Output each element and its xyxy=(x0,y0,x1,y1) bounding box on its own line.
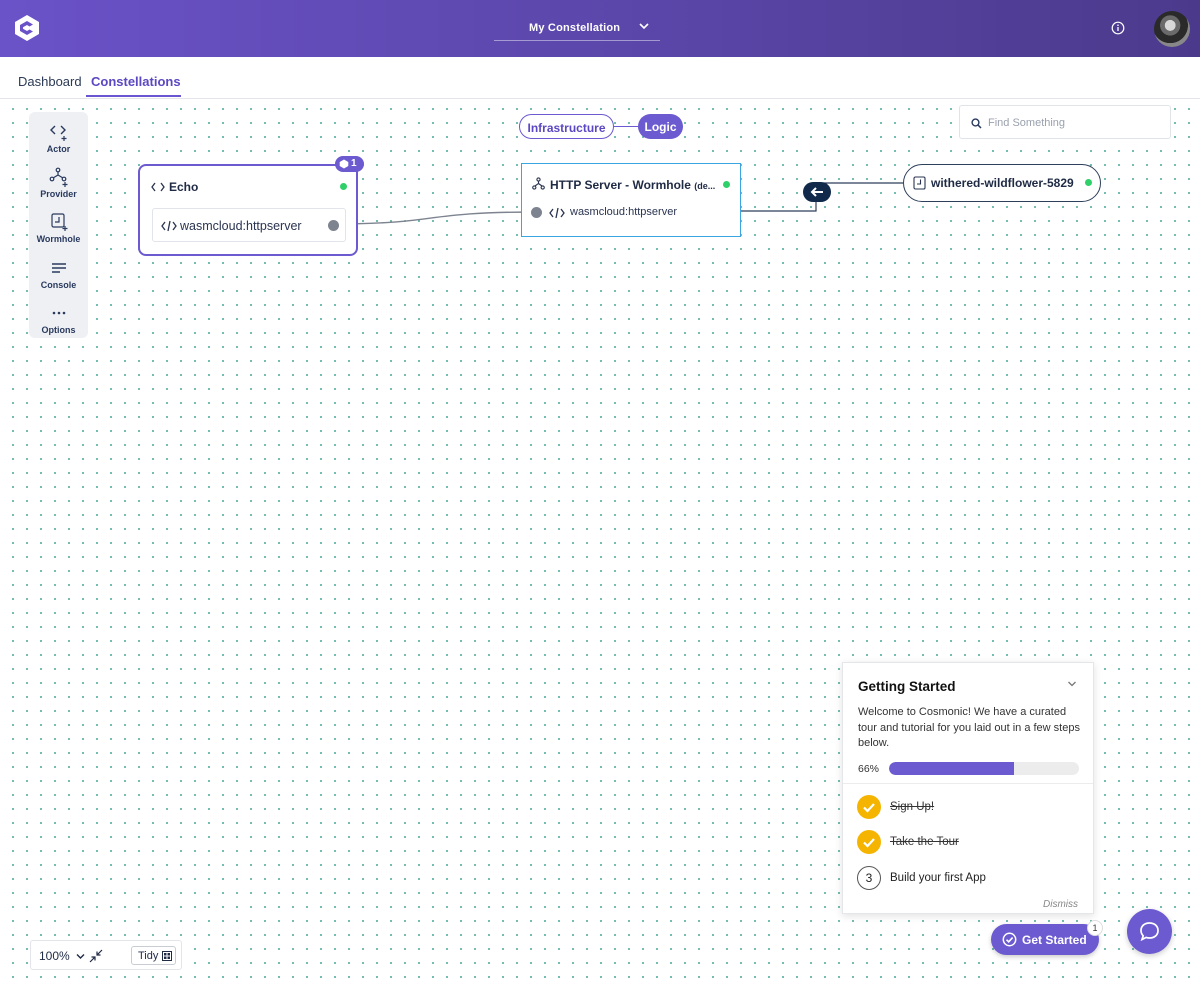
wormhole-icon xyxy=(913,176,926,190)
http-node-title-suffix: (de... xyxy=(694,181,716,191)
http-status-dot xyxy=(723,181,730,188)
chevron-down-icon xyxy=(639,23,649,30)
tidy-button-label: Tidy xyxy=(138,950,159,962)
wormhole-link-arrow xyxy=(803,182,831,202)
get-started-label: Get Started xyxy=(1022,933,1087,947)
get-started-button[interactable]: Get Started xyxy=(991,924,1099,955)
active-tab-indicator xyxy=(86,95,181,97)
http-node-title-text: HTTP Server - Wormhole xyxy=(550,178,691,192)
tool-console-label: Console xyxy=(40,280,77,290)
getting-started-panel: Getting Started Welcome to Cosmonic! We … xyxy=(842,662,1094,914)
arrow-left-icon xyxy=(810,187,823,197)
layer-logic-toggle[interactable]: Logic xyxy=(638,114,683,139)
echo-capability-port[interactable]: wasmcloud:httpserver xyxy=(152,208,346,242)
fit-view-icon[interactable] xyxy=(89,949,103,963)
provider-add-icon xyxy=(49,167,67,187)
main-nav: Dashboard Constellations xyxy=(0,57,1200,99)
echo-port-label: wasmcloud:httpserver xyxy=(180,219,302,233)
check-icon xyxy=(857,795,881,819)
cosmonic-logo-icon[interactable] xyxy=(13,14,41,42)
dismiss-link[interactable]: Dismiss xyxy=(1043,899,1078,910)
step-build-app[interactable]: 3 Build your first App xyxy=(857,866,1087,890)
code-icon xyxy=(549,207,565,219)
wormhole-add-icon xyxy=(50,213,67,231)
check-icon xyxy=(857,830,881,854)
code-icon xyxy=(151,182,165,192)
check-circle-icon xyxy=(1002,932,1017,947)
tool-actor-label: Actor xyxy=(46,144,71,154)
step-label: Take the Tour xyxy=(890,836,959,848)
getting-started-title: Getting Started xyxy=(858,679,956,694)
cosmonic-hex-icon xyxy=(339,159,349,169)
echo-node-title: Echo xyxy=(169,180,199,194)
provider-icon xyxy=(532,177,545,190)
tool-wormhole-label: Wormhole xyxy=(36,234,81,244)
progress-bar-fill xyxy=(889,762,1015,775)
info-icon[interactable] xyxy=(1111,21,1125,35)
more-icon xyxy=(52,311,65,315)
tool-console[interactable]: Console xyxy=(29,258,88,290)
search-icon xyxy=(971,118,982,129)
zoom-level-select[interactable]: 100% xyxy=(39,949,85,963)
step-label: Sign Up! xyxy=(890,801,935,813)
tidy-button[interactable]: Tidy xyxy=(131,946,176,965)
echo-status-dot xyxy=(340,183,347,190)
chat-bubble-icon xyxy=(1140,922,1159,942)
search-input[interactable] xyxy=(988,114,1158,132)
console-icon xyxy=(51,263,66,273)
echo-badge-count: 1 xyxy=(351,158,357,169)
wormhole-node[interactable]: withered-wildflower-5829 xyxy=(903,164,1101,202)
http-server-provider-node[interactable]: HTTP Server - Wormhole (de... wasmcloud:… xyxy=(521,163,741,237)
step-number: 3 xyxy=(857,866,881,890)
echo-instance-badge: 1 xyxy=(335,156,364,172)
tool-provider-label: Provider xyxy=(40,189,77,199)
chat-support-button[interactable] xyxy=(1127,909,1172,954)
tool-options-label: Options xyxy=(41,325,76,335)
http-port-handle[interactable] xyxy=(531,207,542,218)
constellation-name: My Constellation xyxy=(529,22,621,34)
echo-port-handle[interactable] xyxy=(328,220,339,231)
step-label: Build your first App xyxy=(890,872,986,884)
progress-bar xyxy=(889,762,1079,775)
http-port-label: wasmcloud:httpserver xyxy=(570,206,677,218)
tool-actor[interactable]: Actor xyxy=(29,122,88,154)
tab-constellations[interactable]: Constellations xyxy=(91,74,181,89)
code-icon xyxy=(161,220,177,232)
step-sign-up[interactable]: Sign Up! xyxy=(857,795,1087,819)
wormhole-node-title: withered-wildflower-5829 xyxy=(931,176,1074,190)
tool-wormhole[interactable]: Wormhole xyxy=(29,212,88,244)
toolbox: Actor Provider Wormhole Console Options xyxy=(29,112,88,338)
http-node-title: HTTP Server - Wormhole (de... xyxy=(550,178,715,192)
search-box xyxy=(959,105,1171,139)
divider xyxy=(843,783,1093,784)
top-header: My Constellation xyxy=(0,0,1200,57)
actor-add-icon xyxy=(49,125,66,141)
tab-dashboard[interactable]: Dashboard xyxy=(18,74,82,89)
getting-started-description: Welcome to Cosmonic! We have a curated t… xyxy=(858,706,1080,749)
tool-provider[interactable]: Provider xyxy=(29,167,88,199)
echo-actor-node[interactable]: Echo wasmcloud:httpserver xyxy=(138,164,358,256)
chevron-down-icon[interactable] xyxy=(1067,680,1077,688)
wormhole-status-dot xyxy=(1085,179,1092,186)
notification-count-badge: 1 xyxy=(1087,920,1103,936)
step-take-tour[interactable]: Take the Tour xyxy=(857,830,1087,854)
grid-icon xyxy=(162,951,172,961)
chevron-down-icon xyxy=(76,954,85,959)
constellation-select[interactable]: My Constellation xyxy=(494,14,660,41)
tool-options[interactable]: Options xyxy=(29,303,88,335)
progress-label: 66% xyxy=(858,763,880,775)
zoom-level-value: 100% xyxy=(39,949,70,963)
layer-connector xyxy=(614,126,638,127)
zoom-controls: 100% Tidy xyxy=(30,940,182,970)
user-avatar[interactable] xyxy=(1154,11,1190,47)
layer-infrastructure-toggle[interactable]: Infrastructure xyxy=(519,114,614,139)
